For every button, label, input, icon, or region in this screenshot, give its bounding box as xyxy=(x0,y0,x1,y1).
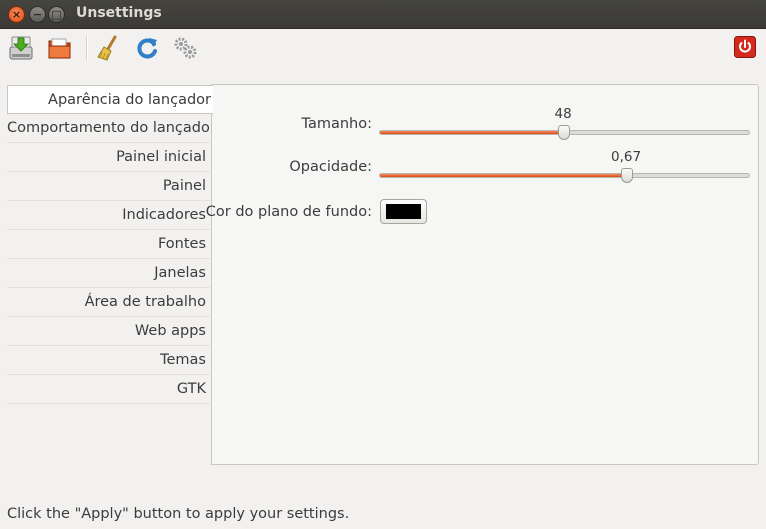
sidebar: Aparência do lançador Comportamento do l… xyxy=(7,85,216,404)
maximize-window-button[interactable]: □ xyxy=(48,6,65,23)
save-button[interactable] xyxy=(8,35,34,61)
size-value: 48 xyxy=(554,106,572,122)
preferences-button[interactable] xyxy=(172,35,198,61)
background-color-button[interactable] xyxy=(380,199,427,224)
opacity-slider-fill xyxy=(380,174,627,177)
save-icon xyxy=(9,36,33,60)
sidebar-item-workspace[interactable]: Área de trabalho xyxy=(7,288,210,317)
opacity-value: 0,67 xyxy=(611,149,642,165)
toolbar xyxy=(0,28,766,66)
background-color-label: Cor do plano de fundo: xyxy=(205,204,372,220)
sidebar-item-indicators[interactable]: Indicadores xyxy=(7,201,210,230)
sidebar-item-dash[interactable]: Painel inicial xyxy=(7,143,210,172)
refresh-icon xyxy=(137,38,157,59)
power-icon xyxy=(734,36,756,58)
open-button[interactable] xyxy=(47,35,73,61)
opacity-label: Opacidade: xyxy=(289,159,372,175)
size-slider-fill xyxy=(380,131,564,134)
sidebar-item-themes[interactable]: Temas xyxy=(7,346,210,375)
status-message: Click the "Apply" button to apply your s… xyxy=(7,506,350,522)
open-folder-icon xyxy=(48,38,71,59)
sidebar-item-fonts[interactable]: Fontes xyxy=(7,230,210,259)
sidebar-item-launcher-appearance[interactable]: Aparência do lançador xyxy=(7,85,213,114)
sidebar-item-panel[interactable]: Painel xyxy=(7,172,210,201)
gears-icon xyxy=(174,37,197,59)
title-bar: × − □ Unsettings xyxy=(0,0,766,29)
window-title: Unsettings xyxy=(76,5,162,21)
color-swatch xyxy=(386,204,421,219)
size-label: Tamanho: xyxy=(301,116,373,132)
close-window-button[interactable]: × xyxy=(8,6,25,23)
size-slider[interactable] xyxy=(379,125,750,140)
toolbar-separator xyxy=(86,36,88,60)
settings-panel xyxy=(211,84,759,465)
size-slider-handle[interactable] xyxy=(558,125,570,140)
sidebar-item-launcher-behavior[interactable]: Comportamento do lançador xyxy=(7,114,216,143)
broom-icon xyxy=(97,35,117,61)
sidebar-item-windows[interactable]: Janelas xyxy=(7,259,210,288)
quit-button[interactable] xyxy=(734,36,756,58)
clean-button[interactable] xyxy=(95,35,121,61)
opacity-slider-handle[interactable] xyxy=(621,168,633,183)
refresh-button[interactable] xyxy=(134,35,160,61)
minimize-window-button[interactable]: − xyxy=(29,6,46,23)
sidebar-item-web-apps[interactable]: Web apps xyxy=(7,317,210,346)
sidebar-item-gtk[interactable]: GTK xyxy=(7,375,210,404)
opacity-slider[interactable] xyxy=(379,168,750,183)
